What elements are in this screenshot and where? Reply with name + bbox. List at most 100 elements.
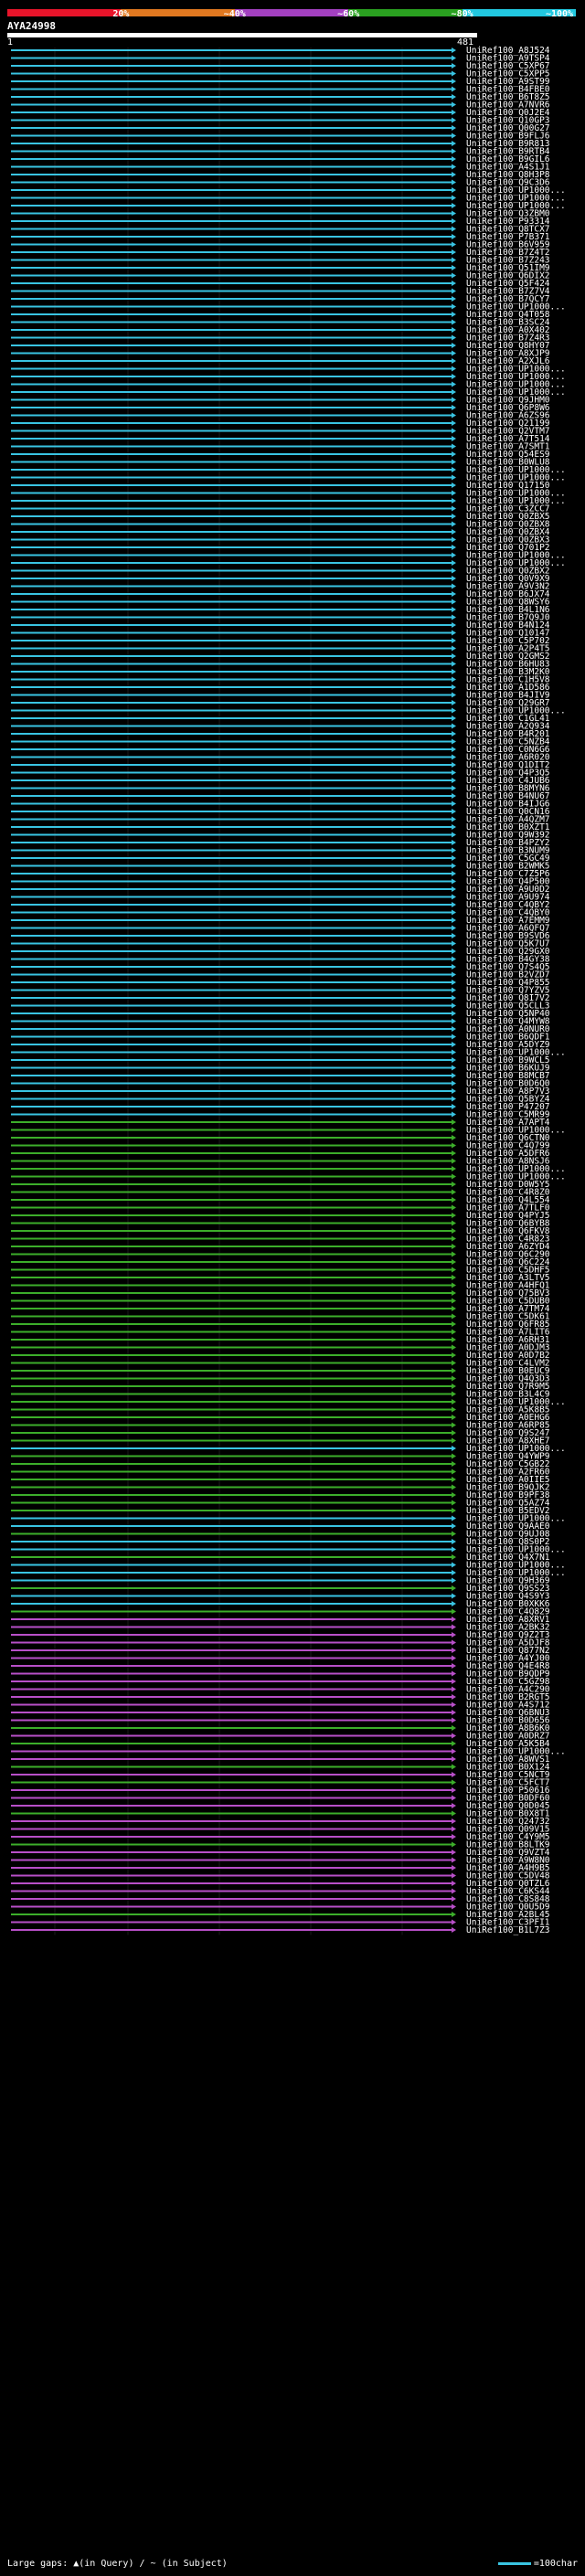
hit-arrow-icon: [452, 684, 456, 690]
hit-arrow-icon: [452, 1881, 456, 1886]
hit-arrow-icon: [452, 560, 456, 566]
hit-label[interactable]: UniRef100_B1L7Z3: [466, 1925, 550, 1935]
hit-arrow-icon: [452, 630, 456, 636]
hit-arrow-icon: [452, 281, 456, 286]
hit-arrow-icon: [452, 1166, 456, 1171]
hit-arrow-icon: [452, 536, 456, 543]
hit-arrow-icon: [452, 545, 456, 550]
hit-arrow-icon: [452, 669, 456, 674]
hit-arrow-icon: [452, 514, 456, 519]
hit-arrow-icon: [452, 1042, 456, 1047]
hit-arrow-icon: [452, 296, 456, 302]
hit-arrow-icon: [452, 1204, 456, 1211]
hit-arrow-icon: [452, 1857, 456, 1863]
hit-arrow-icon: [452, 731, 456, 737]
hit-arrow-icon: [452, 1329, 456, 1335]
hit-arrow-icon: [452, 995, 456, 1001]
hit-arrow-icon: [452, 1850, 456, 1855]
hit-arrow-icon: [452, 172, 456, 177]
hit-arrow-icon: [452, 94, 456, 100]
hit-arrow-icon: [452, 148, 456, 154]
hit-arrow-icon: [452, 405, 456, 410]
hit-arrow-icon: [452, 498, 456, 504]
hit-arrow-icon: [452, 1173, 456, 1180]
hit-arrow-icon: [452, 358, 456, 364]
hit-arrow-icon: [452, 1546, 456, 1553]
hit-arrow-icon: [452, 738, 456, 745]
hit-arrow-icon: [452, 1772, 456, 1777]
hit-arrow-icon: [452, 1570, 456, 1575]
hit-arrow-icon: [452, 855, 456, 861]
hit-arrow-icon: [452, 1337, 456, 1342]
hit-arrow-icon: [452, 1795, 456, 1801]
hit-arrow-icon: [452, 1484, 456, 1490]
hit-arrow-icon: [452, 79, 456, 84]
hit-arrow-icon: [452, 505, 456, 512]
hit-arrow-icon: [452, 1500, 456, 1506]
hit-arrow-icon: [452, 1826, 456, 1832]
hit-arrow-icon: [452, 1756, 456, 1762]
hit-arrow-icon: [452, 1748, 456, 1754]
hit-arrow-icon: [452, 917, 456, 923]
hit-arrow-icon: [452, 769, 456, 776]
hit-arrow-icon: [452, 490, 456, 496]
hit-arrow-icon: [452, 319, 456, 325]
hit-arrow-icon: [452, 1096, 456, 1102]
large-gaps-legend: Large gaps: ▲(in Query) / ~ (in Subject): [7, 2559, 228, 2569]
hit-arrow-icon: [452, 599, 456, 605]
hit-arrow-icon: [452, 203, 456, 208]
hit-arrow-icon: [452, 1244, 456, 1249]
hit-arrow-icon: [452, 1787, 456, 1793]
hit-arrow-icon: [452, 847, 456, 853]
hit-arrow-icon: [452, 1531, 456, 1537]
hit-arrow-icon: [452, 327, 456, 333]
hit-arrow-icon: [452, 778, 456, 783]
hit-arrow-icon: [452, 1841, 456, 1848]
hit-arrow-icon: [452, 1663, 456, 1669]
hit-arrow-icon: [452, 366, 456, 372]
hit-arrow-icon: [452, 1158, 456, 1164]
hit-arrow-icon: [452, 1049, 456, 1055]
hit-arrow-icon: [452, 1803, 456, 1808]
hit-arrow-icon: [452, 1406, 456, 1413]
hit-arrow-icon: [452, 1577, 456, 1584]
hit-arrow-icon: [452, 1375, 456, 1382]
hit-arrow-icon: [452, 1562, 456, 1568]
hit-arrow-icon: [452, 1251, 456, 1257]
hit-arrow-icon: [452, 257, 456, 263]
hit-arrow-icon: [452, 1554, 456, 1560]
hit-arrow-icon: [452, 1430, 456, 1436]
hit-arrow-icon: [452, 1282, 456, 1288]
hit-arrow-icon: [452, 1182, 456, 1187]
hit-arrow-icon: [452, 1104, 456, 1109]
hit-arrow-icon: [452, 1275, 456, 1280]
hit-arrow-icon: [452, 1415, 456, 1420]
hit-arrow-icon: [452, 1686, 456, 1692]
hit-arrow-icon: [452, 824, 456, 830]
hit-arrow-icon: [452, 381, 456, 387]
hit-arrow-icon: [452, 840, 456, 845]
hit-arrow-icon: [452, 707, 456, 714]
hit-arrow-icon: [452, 909, 456, 916]
scale-line-icon: [497, 2561, 531, 2565]
hit-arrow-icon: [452, 1011, 456, 1016]
hit-arrow-icon: [452, 1670, 456, 1677]
hit-arrow-icon: [452, 762, 456, 768]
hit-arrow-icon: [452, 886, 456, 892]
hit-arrow-icon: [452, 1515, 456, 1521]
hit-arrow-icon: [452, 1717, 456, 1723]
hit-arrow-icon: [452, 1018, 456, 1024]
hit-arrow-icon: [452, 552, 456, 558]
hit-arrow-icon: [452, 303, 456, 310]
hit-arrow-icon: [452, 754, 456, 760]
hit-arrow-icon: [452, 1119, 456, 1125]
hit-arrow-icon: [452, 576, 456, 581]
hit-arrow-icon: [452, 1818, 456, 1824]
hit-arrow-icon: [452, 583, 456, 589]
hit-arrow-icon: [452, 1888, 456, 1894]
hit-arrow-icon: [452, 809, 456, 814]
hit-arrow-icon: [452, 241, 456, 248]
hit-arrow-icon: [452, 940, 456, 947]
hit-arrow-icon: [452, 1694, 456, 1700]
hit-arrow-icon: [452, 70, 456, 77]
